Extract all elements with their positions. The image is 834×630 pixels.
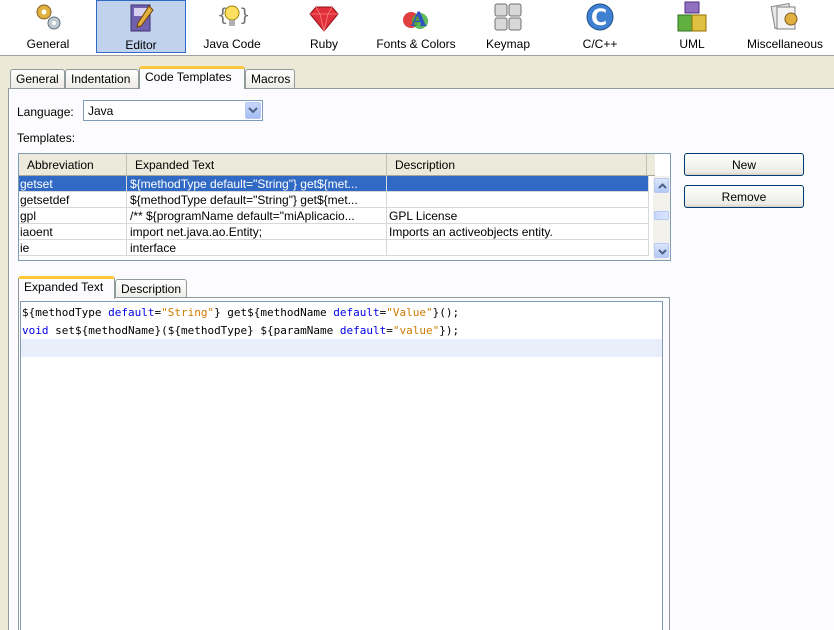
fonts-colors-icon: A — [403, 7, 428, 31]
tab-label: Code Templates — [145, 70, 232, 84]
category-label: Miscellaneous — [746, 37, 824, 51]
table-row[interactable]: ie interface — [19, 240, 649, 256]
cell-expanded-text: ${methodType default="String"} get${met.… — [127, 176, 387, 192]
current-line — [21, 339, 662, 357]
scroll-up-button[interactable] — [654, 178, 669, 193]
table-row[interactable]: gpl /** ${programName default="miAplicac… — [19, 208, 649, 224]
tab-label: General — [16, 72, 59, 86]
category-keymap[interactable]: Keymap — [463, 0, 553, 53]
cell-abbreviation: gpl — [19, 208, 127, 224]
tab-general[interactable]: General — [10, 69, 65, 88]
language-label: Language: — [17, 105, 74, 119]
code-line: void set${methodName}(${methodType} ${pa… — [22, 324, 460, 337]
code-line: ${methodType default="String"} get${meth… — [22, 306, 460, 319]
category-label: Keymap — [485, 37, 531, 51]
cell-expanded-text: interface — [127, 240, 387, 256]
miscellaneous-icon — [770, 3, 798, 30]
category-uml[interactable]: UML — [647, 0, 737, 53]
language-select[interactable]: Java — [83, 100, 263, 121]
chevron-down-icon — [658, 249, 667, 255]
remove-button[interactable]: Remove — [684, 185, 804, 208]
cell-expanded-text: ${methodType default="String"} get${met.… — [127, 192, 387, 208]
cell-abbreviation: getsetdef — [19, 192, 127, 208]
editor-tab-strip: General Indentation Code Templates Macro… — [10, 66, 834, 89]
svg-text:C: C — [591, 6, 607, 31]
templates-table: Abbreviation Expanded Text Description g… — [18, 153, 671, 261]
tab-label: Description — [121, 282, 182, 296]
chevron-down-icon[interactable] — [245, 102, 261, 119]
category-label: Fonts & Colors — [376, 37, 456, 51]
tab-expanded-text[interactable]: Expanded Text — [18, 276, 115, 299]
tab-label: Expanded Text — [24, 280, 104, 294]
detail-tab-strip: Expanded Text Description — [18, 276, 678, 299]
language-value: Java — [88, 104, 114, 118]
category-ruby[interactable]: Ruby — [279, 0, 369, 53]
ruby-gem-icon — [309, 6, 339, 32]
category-java-code[interactable]: { } Java Code — [187, 0, 277, 53]
svg-text:}: } — [239, 5, 248, 26]
table-scrollbar[interactable] — [653, 176, 670, 260]
lightbulb-icon: { } — [217, 5, 248, 26]
gears-icon — [36, 4, 61, 30]
category-label: Editor — [125, 38, 157, 52]
cell-abbreviation: getset — [19, 176, 127, 192]
editor-book-icon — [130, 4, 154, 32]
cell-abbreviation: ie — [19, 240, 127, 256]
tab-description[interactable]: Description — [115, 279, 187, 298]
column-header-description[interactable]: Description — [387, 154, 647, 176]
category-c-cpp[interactable]: C C/C++ — [555, 0, 645, 53]
table-row[interactable]: getset ${methodType default="String"} ge… — [19, 176, 649, 192]
category-label: General — [26, 37, 70, 51]
templates-label: Templates: — [17, 131, 76, 145]
cell-description: GPL License — [387, 208, 649, 224]
new-button[interactable]: New — [684, 153, 804, 176]
tab-label: Macros — [251, 72, 291, 86]
cell-expanded-text: import net.java.ao.Entity; — [127, 224, 387, 240]
tab-indentation[interactable]: Indentation — [65, 69, 139, 88]
cell-description — [387, 176, 649, 192]
table-row[interactable]: iaoent import net.java.ao.Entity; Import… — [19, 224, 649, 240]
cell-description — [387, 192, 649, 208]
category-label: UML — [679, 37, 705, 51]
expanded-text-editor[interactable]: ${methodType default="String"} get${meth… — [20, 301, 663, 630]
cell-description — [387, 240, 649, 256]
category-editor[interactable]: Editor — [96, 0, 186, 53]
keyboard-icon — [494, 3, 522, 31]
c-cpp-icon: C — [586, 3, 614, 31]
table-row[interactable]: getsetdef ${methodType default="String"}… — [19, 192, 649, 208]
cell-expanded-text: /** ${programName default="miAplicacio..… — [127, 208, 387, 224]
chevron-up-icon — [658, 183, 667, 189]
category-label: C/C++ — [582, 37, 618, 51]
column-header-expanded-text[interactable]: Expanded Text — [127, 154, 387, 176]
scroll-down-button[interactable] — [654, 243, 669, 258]
category-label: Java Code — [203, 37, 261, 51]
scroll-thumb[interactable] — [654, 211, 669, 220]
table-header: Abbreviation Expanded Text Description — [19, 154, 655, 176]
tab-code-templates[interactable]: Code Templates — [139, 66, 245, 89]
tab-label: Indentation — [71, 72, 131, 86]
cell-description: Imports an activeobjects entity. — [387, 224, 649, 240]
category-toolbar: General Editor { } Java Code Ruby A Font… — [0, 0, 834, 56]
svg-text:A: A — [410, 7, 427, 31]
uml-icon — [677, 1, 707, 32]
cell-abbreviation: iaoent — [19, 224, 127, 240]
category-label: Ruby — [309, 37, 338, 51]
category-general[interactable]: General — [3, 0, 93, 53]
tab-macros[interactable]: Macros — [245, 69, 295, 88]
column-header-abbreviation[interactable]: Abbreviation — [19, 154, 127, 176]
category-miscellaneous[interactable]: Miscellaneous — [740, 0, 830, 53]
category-fonts-colors[interactable]: A Fonts & Colors — [371, 0, 461, 53]
